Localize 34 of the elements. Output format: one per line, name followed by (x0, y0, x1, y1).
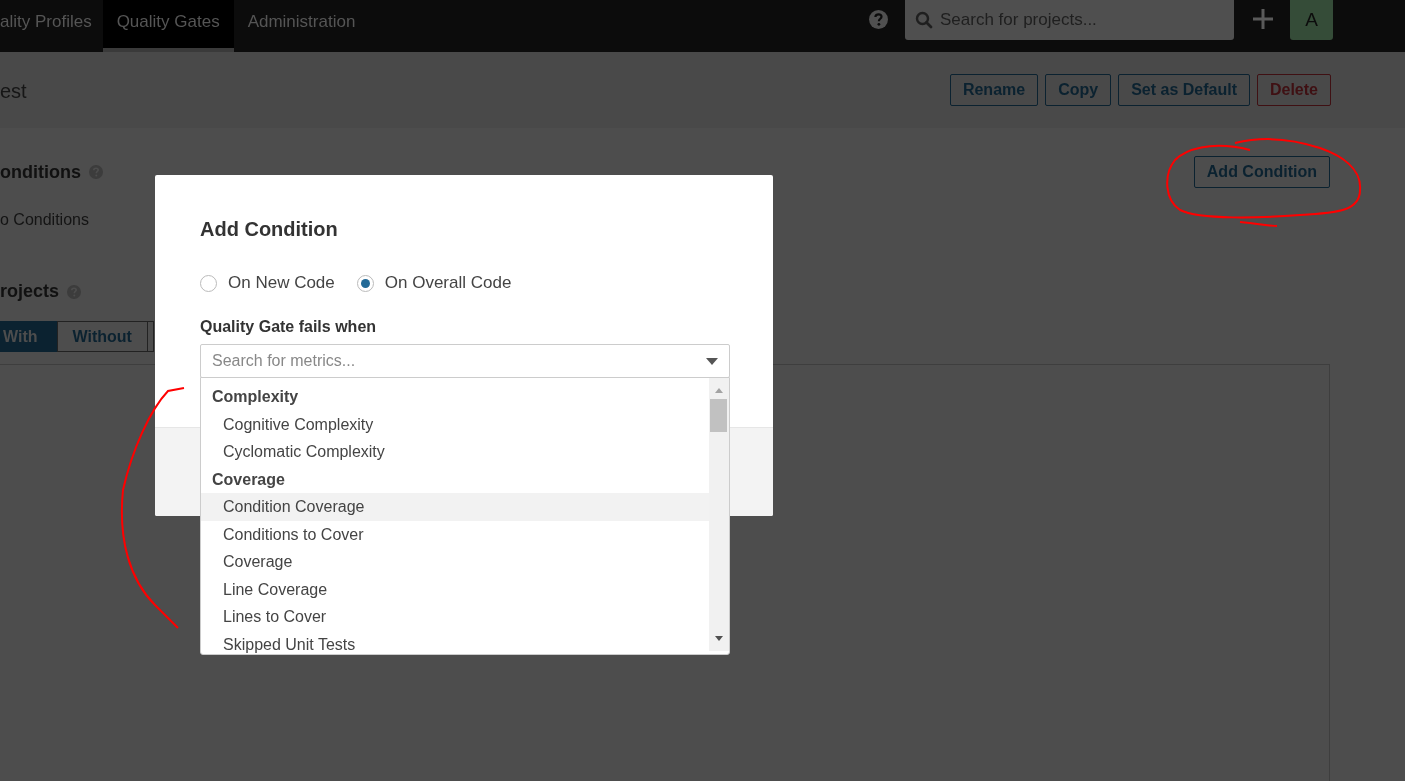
filter-tab[interactable]: With (0, 321, 57, 352)
metric-option[interactable]: Cognitive Complexity (201, 410, 709, 438)
metric-option[interactable]: Lines to Cover (201, 603, 709, 631)
action-button[interactable]: Set as Default (1118, 74, 1250, 106)
metric-option[interactable]: Conditions to Cover (201, 520, 709, 548)
action-button[interactable]: Copy (1045, 74, 1112, 106)
radio-option[interactable]: On Overall Code (356, 273, 512, 293)
help-icon[interactable] (869, 10, 888, 29)
radio-option[interactable]: On New Code (200, 273, 335, 293)
filter-tab[interactable]: Without (56, 321, 148, 352)
group-heading: Complexity (211, 387, 300, 407)
metric-option[interactable]: Cyclomatic Complexity (201, 438, 709, 466)
plus-icon[interactable] (1252, 8, 1274, 30)
field-label: Quality Gate fails when (200, 318, 378, 336)
modal-title: Add Condition (200, 218, 339, 241)
scrollbar[interactable] (709, 378, 729, 651)
metric-option[interactable]: Skipped Unit Tests (201, 630, 709, 654)
nav-tab[interactable]: Administration (233, 0, 370, 52)
nav-tab[interactable]: Quality Gates (102, 0, 234, 52)
metric-option[interactable]: Coverage (201, 548, 709, 576)
section-heading: rojects (0, 281, 60, 302)
section-heading: onditions (0, 161, 81, 183)
empty-text: o Conditions (0, 211, 89, 229)
metric-option[interactable]: Line Coverage (201, 575, 709, 603)
add-condition-button[interactable]: Add Condition (1193, 156, 1330, 188)
metric-option[interactable]: Condition Coverage (201, 493, 709, 521)
caret-icon (706, 358, 718, 365)
metric-search-field[interactable]: Search for metrics... (200, 344, 730, 378)
radio-label: On Overall Code (384, 273, 512, 293)
delete-button[interactable]: Delete (1256, 74, 1331, 106)
avatar[interactable]: A (1290, 0, 1333, 40)
radio-label: On New Code (228, 273, 335, 293)
action-button[interactable]: Rename (949, 74, 1039, 106)
group-heading: Coverage (211, 469, 286, 490)
